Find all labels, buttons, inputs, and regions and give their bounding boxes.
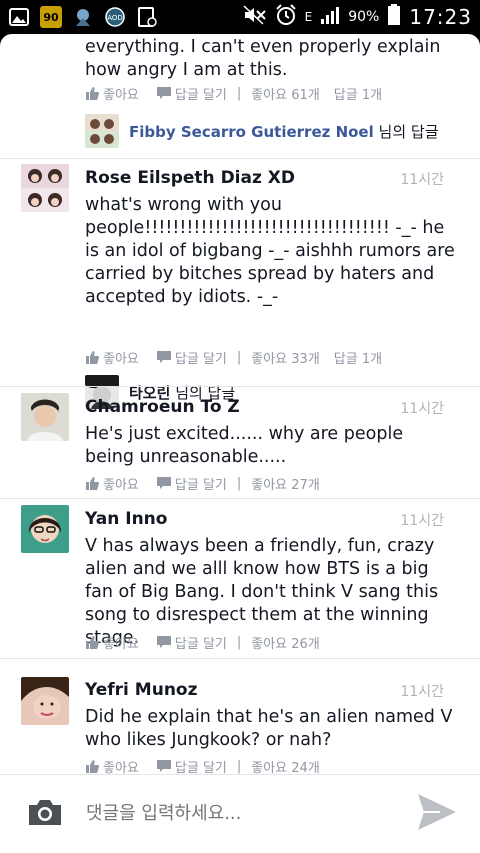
like-label: 좋아요	[103, 478, 139, 493]
comment-time: 11시간	[400, 401, 444, 417]
system-status: E 90% 17:23	[243, 4, 472, 30]
commenter-name[interactable]: Chamroeun To Z	[85, 397, 240, 417]
reply-button[interactable]: 답글 달기	[156, 474, 227, 493]
alarm-icon	[275, 4, 297, 30]
comment-text: Did he explain that he's an alien named …	[85, 707, 453, 750]
divider	[0, 498, 480, 499]
reply-label: 답글 달기	[174, 478, 227, 493]
speech-bubble-icon	[156, 477, 171, 489]
comment-actions: 좋아요 답글 달기 | 좋아요 27개	[85, 474, 320, 493]
app-icon	[72, 6, 94, 28]
send-icon[interactable]	[416, 792, 458, 832]
avatar[interactable]	[21, 677, 69, 725]
comment-time: 11시간	[400, 684, 444, 700]
divider	[0, 658, 480, 659]
speech-bubble-icon	[156, 87, 171, 99]
reply-author: Fibby Secarro Gutierrez Noel	[129, 122, 374, 141]
comment-composer	[0, 774, 480, 853]
battery-percent: 90%	[348, 9, 380, 25]
comment-time: 11시간	[400, 513, 444, 529]
likes-count[interactable]: 좋아요 26개	[251, 633, 320, 652]
thumbs-up-icon	[86, 87, 99, 100]
replies-count[interactable]: 답글 1개	[334, 84, 382, 103]
mute-icon	[243, 5, 267, 29]
like-button[interactable]: 좋아요	[85, 633, 139, 652]
reply-button[interactable]: 답글 달기	[156, 84, 227, 103]
settings-icon: AOD	[104, 6, 126, 28]
thumbs-up-icon	[86, 636, 99, 649]
reply-button[interactable]: 답글 달기	[156, 633, 227, 652]
clipboard-icon	[136, 6, 158, 28]
speech-bubble-icon	[156, 760, 171, 772]
comments-panel: everything. I can't even properly explai…	[0, 34, 480, 853]
speech-bubble-icon	[156, 351, 171, 363]
reply-preview[interactable]: Fibby Secarro Gutierrez Noel 님의 답글	[85, 114, 439, 148]
battery-icon	[387, 4, 401, 30]
likes-count[interactable]: 좋아요 27개	[251, 474, 320, 493]
commenter-name[interactable]: Rose Eilspeth Diaz XD	[85, 168, 295, 188]
thumbs-up-icon	[86, 477, 99, 490]
reply-label: 답글 달기	[174, 88, 227, 103]
svg-text:AOD: AOD	[107, 14, 123, 22]
like-label: 좋아요	[103, 352, 139, 367]
like-label: 좋아요	[103, 637, 139, 652]
reply-suffix: 님의 답글	[378, 122, 439, 141]
game-icon: 90	[40, 6, 62, 28]
camera-icon[interactable]	[27, 797, 63, 827]
thumbs-up-icon	[86, 760, 99, 773]
gallery-icon	[8, 6, 30, 28]
signal-icon	[320, 6, 340, 28]
commenter-name[interactable]: Yan Inno	[85, 509, 167, 529]
comment-text: everything. I can't even properly explai…	[85, 37, 441, 80]
like-label: 좋아요	[103, 88, 139, 103]
replies-count[interactable]: 답글 1개	[334, 348, 382, 367]
reply-label: 답글 달기	[174, 637, 227, 652]
status-bar: 90 AOD E 90% 17:23	[0, 0, 480, 34]
like-button[interactable]: 좋아요	[85, 84, 139, 103]
reply-button[interactable]: 답글 달기	[156, 348, 227, 367]
like-button[interactable]: 좋아요	[85, 348, 139, 367]
thumbs-up-icon	[86, 351, 99, 364]
divider	[0, 386, 480, 387]
avatar[interactable]	[21, 505, 69, 553]
commenter-name[interactable]: Yefri Munoz	[85, 680, 198, 700]
clock: 17:23	[409, 5, 472, 29]
avatar[interactable]	[21, 393, 69, 441]
network-type: E	[304, 10, 313, 24]
avatar	[85, 114, 119, 148]
reply-label: 답글 달기	[174, 352, 227, 367]
like-button[interactable]: 좋아요	[85, 474, 139, 493]
notification-icons: 90 AOD	[8, 6, 158, 28]
likes-count[interactable]: 좋아요 33개	[251, 348, 320, 367]
comment-text: what's wrong with you people!!!!!!!!!!!!…	[85, 195, 455, 307]
divider	[0, 158, 480, 159]
comment-input[interactable]	[86, 799, 386, 827]
comment-actions: 좋아요 답글 달기 | 좋아요 26개	[85, 633, 320, 652]
comment-time: 11시간	[400, 172, 444, 188]
avatar[interactable]	[21, 164, 69, 212]
comment-actions: 좋아요 답글 달기 | 좋아요 33개 답글 1개	[85, 348, 382, 367]
likes-count[interactable]: 좋아요 61개	[251, 84, 320, 103]
comment-text: He's just excited...... why are people b…	[85, 424, 404, 467]
speech-bubble-icon	[156, 636, 171, 648]
comment-actions: 좋아요 답글 달기 | 좋아요 61개 답글 1개	[85, 84, 382, 103]
